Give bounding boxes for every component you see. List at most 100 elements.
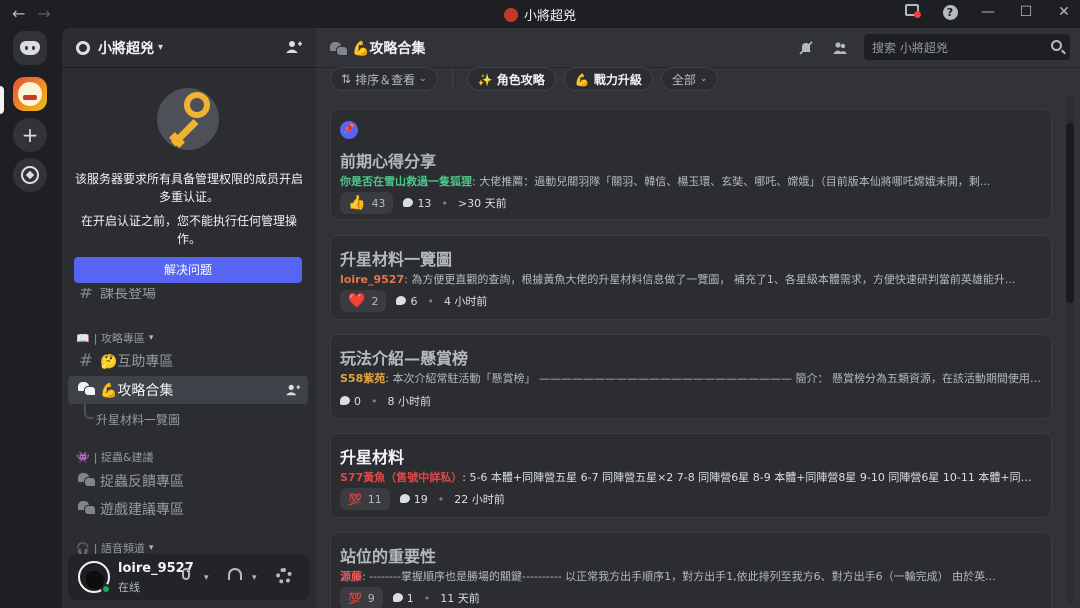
chevron-down-icon: ▾: [158, 42, 164, 53]
reaction-count: 2: [371, 294, 379, 308]
pin-icon: 📌: [340, 121, 358, 139]
category-strategy[interactable]: 📖 | 攻略專區 ▾: [76, 330, 153, 346]
channel-label: 🤔互助專區: [100, 354, 174, 370]
comment-count-value: 19: [413, 492, 428, 506]
sort-label: 排序＆查看: [355, 72, 416, 87]
forum-filters: ⇅ 排序＆查看 ⌄ ✨ 角色攻略 💪 戰力升級 全部 ⌄: [330, 66, 719, 92]
forum-icon: [76, 499, 96, 519]
title-bar: ← → 小將超兇 ? — ☐ ✕: [0, 0, 1080, 28]
user-status: 在线: [118, 581, 140, 594]
post-title: 前期心得分享: [340, 152, 437, 171]
audio-options[interactable]: ▾: [252, 568, 257, 584]
minimize-icon[interactable]: —: [980, 4, 996, 20]
category-label: | 捉蟲&建議: [93, 451, 154, 464]
reaction-button[interactable]: 💯 11: [340, 488, 390, 510]
explore-servers-button[interactable]: [13, 158, 47, 192]
book-icon: 📖: [76, 331, 90, 345]
key-ring-shape: [184, 92, 210, 118]
channel-label: 遊戲建議專區: [100, 502, 184, 518]
server-header[interactable]: 小將超兇 ▾: [62, 28, 316, 68]
post-author[interactable]: 源藤: [340, 570, 362, 583]
reaction-button[interactable]: ❤️ 2: [340, 290, 387, 312]
post-card[interactable]: 站位的重要性 源藤: --------掌握順序也是勝場的關鍵----------…: [330, 532, 1052, 608]
mute-button[interactable]: [182, 568, 190, 584]
window-controls: ? — ☐ ✕: [904, 4, 1072, 20]
mfa-restriction-message: 在开启认证之前，您不能执行任何管理操作。: [80, 214, 297, 246]
help-icon: ?: [942, 5, 958, 20]
add-server-button[interactable]: +: [13, 118, 47, 152]
post-author[interactable]: loire_9527: [340, 273, 404, 286]
reaction-count: 43: [371, 196, 386, 210]
headphones-icon: 🎧: [76, 541, 90, 555]
post-preview: S77黃魚（售號中詳私）: 5-6 本體+同陣營五星 6-7 同陣營五星×2 7…: [340, 469, 1042, 485]
channel-strategy-forum[interactable]: 💪攻略合集: [68, 376, 308, 404]
chevron-down-icon: ▾: [252, 573, 257, 583]
mfa-message: 该服务器要求所有具备管理权限的成员开启多重认证。: [74, 172, 303, 204]
bug-icon: 👾: [76, 450, 90, 464]
channel-suggestions[interactable]: 遊戲建議專區: [68, 495, 308, 523]
hash-icon: #: [78, 288, 94, 303]
post-meta: 👍 43 13 • >30 天前: [340, 192, 507, 214]
search-placeholder: 搜索 小將超兇: [872, 41, 948, 55]
channel-help[interactable]: # 🤔互助專區: [68, 347, 308, 375]
post-preview: S58紫苑: 本次介紹常駐活動「懸賞榜」 ———————————————————…: [340, 370, 1042, 386]
post-card[interactable]: 玩法介紹—懸賞榜 S58紫苑: 本次介紹常駐活動「懸賞榜」 ——————————…: [330, 334, 1052, 419]
comment-count-value: 13: [417, 196, 432, 210]
post-preview: loire_9527: 為方便更直觀的查詢，根據黃魚大佬的升星材料信息做了一覽圖…: [340, 271, 1042, 287]
post-time: 22 小时前: [454, 493, 505, 506]
post-author[interactable]: S77黃魚（售號中詳私）: [340, 471, 462, 484]
home-button[interactable]: [13, 31, 47, 65]
server-settings-icon: [76, 40, 90, 55]
resolve-button[interactable]: 解决问题: [74, 257, 302, 283]
window-title-text: 小將超兇: [523, 9, 576, 24]
post-card[interactable]: 📌 前期心得分享 你是否在雪山救過一隻狐狸: 大佬推薦：過動兒關羽隊「關羽、韓信…: [330, 109, 1052, 220]
server-logo-icon: [503, 8, 518, 22]
mute-notifications-icon[interactable]: [798, 40, 814, 56]
post-card[interactable]: 升星材料 S77黃魚（售號中詳私）: 5-6 本體+同陣營五星 6-7 同陣營五…: [330, 433, 1052, 518]
search-icon: [1051, 40, 1062, 51]
channel-title: 💪攻略合集: [352, 40, 426, 57]
server-rail: +: [0, 28, 62, 608]
inbox-button[interactable]: [904, 4, 921, 20]
comment-count: 6: [396, 295, 417, 308]
post-card[interactable]: 升星材料一覽圖 loire_9527: 為方便更直觀的查詢，根據黃魚大佬的升星材…: [330, 235, 1052, 320]
channel-partial[interactable]: # 課長登場: [68, 288, 308, 304]
help-button[interactable]: ?: [942, 4, 958, 20]
post-author[interactable]: S58紫苑: [340, 372, 385, 385]
hundred-points-icon: 💯: [348, 591, 362, 605]
category-label: | 攻略專區: [93, 332, 145, 345]
search-input[interactable]: 搜索 小將超兇: [864, 34, 1070, 60]
reaction-button[interactable]: 👍 43: [340, 192, 394, 214]
server-icon-xiaojiang[interactable]: [13, 77, 47, 111]
all-tags-dropdown[interactable]: 全部 ⌄: [660, 67, 719, 91]
post-meta: 💯 9 1 • 11 天前: [340, 587, 480, 608]
post-meta: 💯 11 19 • 22 小时前: [340, 488, 505, 510]
reaction-button[interactable]: 💯 9: [340, 587, 383, 608]
user-settings-button[interactable]: [276, 568, 292, 588]
tag-power-up[interactable]: 💪 戰力升級: [563, 67, 653, 91]
channel-sidebar: 小將超兇 ▾ 该服务器要求所有具备管理权限的成员开启多重认证。 在开启认证之前，…: [62, 28, 316, 608]
maximize-icon[interactable]: ☐: [1018, 4, 1034, 20]
post-preview: 你是否在雪山救過一隻狐狸: 大佬推薦：過動兒關羽隊「關羽、韓信、楊玉環、玄奘、哪…: [340, 173, 1042, 189]
invite-member-icon[interactable]: [286, 383, 300, 397]
reaction-count: 11: [367, 492, 382, 506]
microphone-icon: [182, 568, 190, 580]
tag-character-guide[interactable]: ✨ 角色攻略: [466, 67, 556, 91]
sort-icon: ⇅: [341, 72, 352, 86]
invite-member-icon[interactable]: [286, 40, 302, 54]
post-preview-text: 為方便更直觀的查詢，根據黃魚大佬的升星材料信息做了一覽圖， 補充了1、各星級本體…: [407, 273, 1016, 286]
thread-item[interactable]: 升星材料一覽圖: [96, 411, 180, 428]
deafen-button[interactable]: [228, 568, 242, 584]
mic-options[interactable]: ▾: [204, 568, 209, 584]
close-icon[interactable]: ✕: [1056, 4, 1072, 20]
online-status-icon: [101, 584, 111, 594]
sort-view-button[interactable]: ⇅ 排序＆查看 ⌄: [330, 67, 438, 91]
scrollbar-thumb[interactable]: [1066, 123, 1074, 303]
all-tags-label: 全部: [671, 72, 696, 87]
channel-bug-report[interactable]: 捉蟲反饋專區: [68, 467, 308, 495]
post-meta: 0 • 8 小时前: [340, 393, 431, 409]
members-list-icon[interactable]: [832, 40, 848, 56]
post-author[interactable]: 你是否在雪山救過一隻狐狸: [340, 175, 472, 188]
channel-label: 💪攻略合集: [100, 383, 174, 399]
category-bugs[interactable]: 👾 | 捉蟲&建議: [76, 449, 153, 465]
